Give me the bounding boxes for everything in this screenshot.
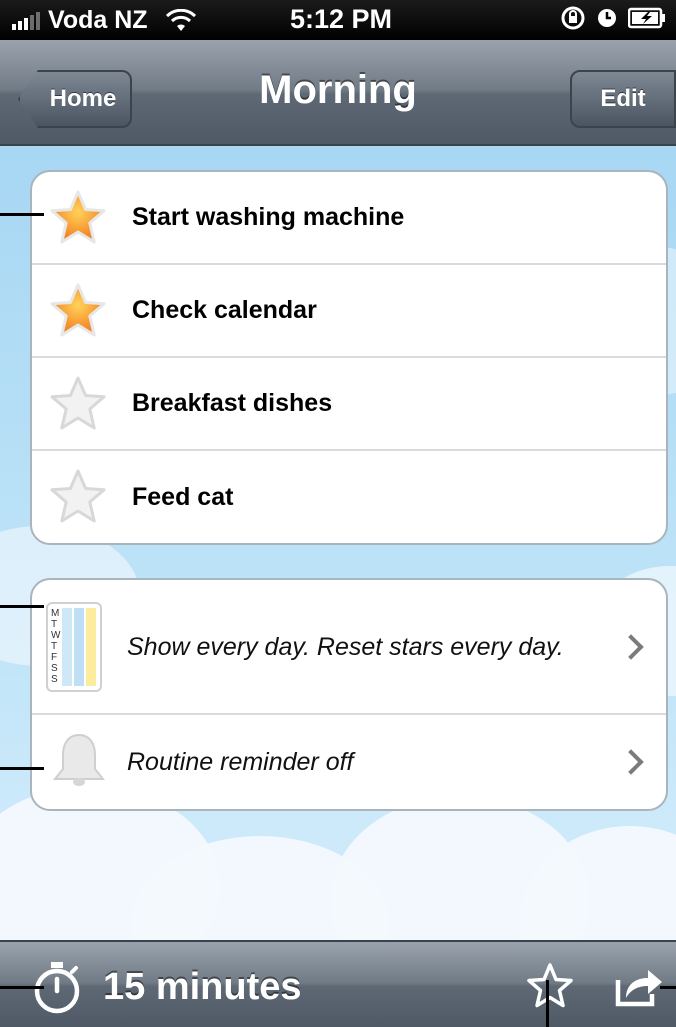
task-label: Feed cat: [132, 483, 234, 511]
reminder-row[interactable]: Routine reminder off: [32, 715, 666, 809]
duration-label[interactable]: 15 minutes: [103, 966, 302, 1009]
star-icon[interactable]: [48, 281, 108, 341]
task-label: Breakfast dishes: [132, 389, 333, 417]
star-icon[interactable]: [48, 188, 108, 248]
task-row[interactable]: Feed cat: [32, 451, 666, 543]
chevron-right-icon: [618, 633, 644, 660]
navigation-bar: Home Morning Edit: [0, 40, 676, 146]
battery-icon: [628, 7, 665, 29]
star-icon[interactable]: [48, 374, 108, 434]
annotation-pointer: [0, 605, 44, 608]
reminder-text: Routine reminder off: [127, 748, 354, 776]
bottom-toolbar: 15 minutes: [0, 940, 676, 1027]
annotation-pointer: [0, 767, 44, 770]
carrier-name: Voda NZ: [48, 6, 148, 34]
task-row[interactable]: Start washing machine: [32, 172, 666, 265]
wifi-icon: [165, 8, 196, 31]
task-label: Check calendar: [132, 296, 317, 324]
share-icon[interactable]: [612, 964, 664, 1008]
calendar-weekday-letters: MTWTFSS: [51, 608, 61, 685]
annotation-pointer: [0, 986, 44, 989]
annotation-pointer: [546, 980, 549, 1027]
annotation-pointer: [660, 986, 676, 989]
edit-button[interactable]: Edit: [570, 70, 676, 128]
status-bar: Voda NZ 5:12 PM: [0, 0, 676, 40]
settings-list: MTWTFSS Show every day. Reset stars ever…: [30, 578, 668, 811]
task-row[interactable]: Check calendar: [32, 265, 666, 358]
schedule-text: Show every day. Reset stars every day.: [127, 632, 564, 661]
orientation-lock-icon: [561, 6, 585, 30]
task-list: Start washing machine Check calendar Bre…: [30, 170, 668, 545]
content-area: Start washing machine Check calendar Bre…: [0, 146, 676, 940]
chevron-right-icon: [618, 749, 644, 775]
task-row[interactable]: Breakfast dishes: [32, 358, 666, 451]
annotation-pointer: [0, 213, 44, 216]
bell-icon: [52, 733, 106, 786]
status-time: 5:12 PM: [290, 4, 393, 34]
star-outline-icon[interactable]: [526, 962, 574, 1010]
task-label: Start washing machine: [132, 203, 405, 231]
signal-strength-icon: [12, 11, 40, 30]
calendar-icon: MTWTFSS: [46, 602, 102, 692]
star-icon[interactable]: [48, 467, 108, 527]
schedule-row[interactable]: MTWTFSS Show every day. Reset stars ever…: [32, 580, 666, 715]
alarm-clock-icon: [598, 9, 616, 27]
